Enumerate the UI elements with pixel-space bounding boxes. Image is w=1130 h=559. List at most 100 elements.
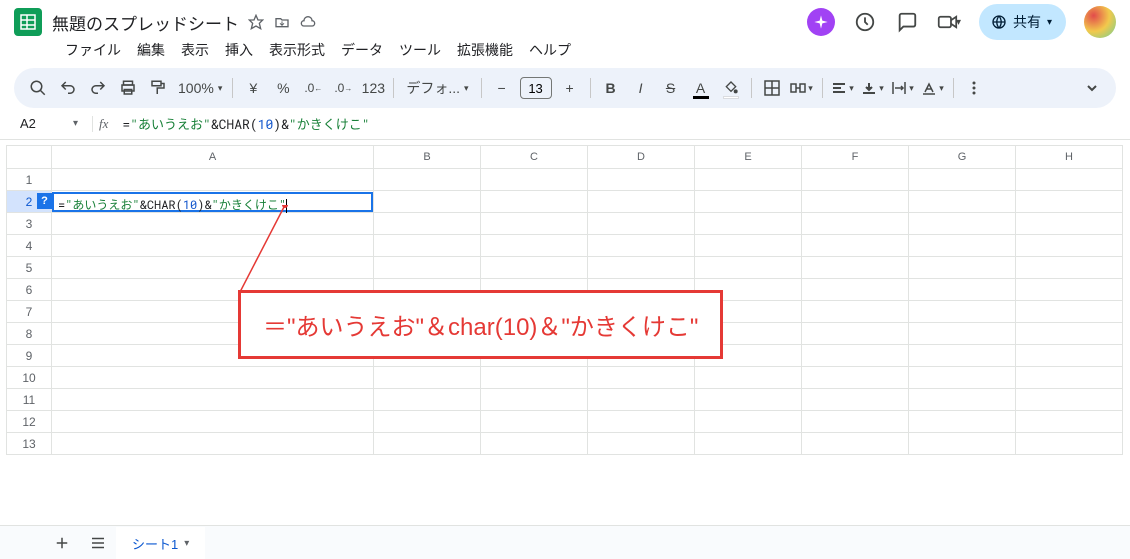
cell[interactable] [52,213,374,235]
cell[interactable] [374,169,481,191]
menu-data[interactable]: データ [334,38,390,62]
cell[interactable] [802,433,909,455]
cell[interactable] [588,433,695,455]
increase-font-icon[interactable]: + [556,74,584,102]
cell[interactable] [802,191,909,213]
cell[interactable] [695,169,802,191]
row-header[interactable]: 9 [7,345,52,367]
cell[interactable] [909,191,1016,213]
cell[interactable] [52,433,374,455]
decrease-decimal-icon[interactable]: .0← [299,74,327,102]
cell[interactable] [695,191,802,213]
vertical-align-icon[interactable]: ▾ [859,74,887,102]
menu-file[interactable]: ファイル [58,38,128,62]
add-sheet-icon[interactable] [44,527,80,559]
collapse-toolbar-icon[interactable] [1078,74,1106,102]
cell[interactable] [1016,323,1123,345]
cell[interactable] [481,169,588,191]
sheet-tab-1[interactable]: シート1 ▾ [116,527,205,559]
cell[interactable] [481,389,588,411]
cell[interactable] [909,257,1016,279]
cell[interactable] [695,257,802,279]
menu-edit[interactable]: 編集 [130,38,172,62]
meet-icon[interactable]: ▾ [937,10,961,34]
row-header[interactable]: 1 [7,169,52,191]
cell[interactable] [1016,191,1123,213]
cell-editor[interactable]: ="あいうえお"&CHAR(10)&"かきくけこ" [54,194,371,215]
font-family-dropdown[interactable]: デフォ... ▾ [400,74,474,102]
column-header-B[interactable]: B [374,146,481,169]
search-icon[interactable] [24,74,52,102]
cell[interactable] [909,389,1016,411]
cell[interactable] [802,301,909,323]
cell[interactable] [695,235,802,257]
cell[interactable] [588,389,695,411]
cell[interactable] [481,213,588,235]
cell[interactable] [802,367,909,389]
print-icon[interactable] [114,74,142,102]
percent-icon[interactable]: % [269,74,297,102]
cell[interactable] [481,367,588,389]
cell[interactable] [588,367,695,389]
paint-format-icon[interactable] [144,74,172,102]
cell[interactable] [802,213,909,235]
row-header[interactable]: 3 [7,213,52,235]
sheet-tab-menu-icon[interactable]: ▾ [184,538,189,549]
toolbar-more-icon[interactable] [960,74,988,102]
decrease-font-icon[interactable]: − [488,74,516,102]
cell[interactable] [802,323,909,345]
cell[interactable] [909,345,1016,367]
cell[interactable] [374,411,481,433]
cell[interactable] [374,257,481,279]
zoom-dropdown[interactable]: 100% ▾ [174,74,226,102]
cell[interactable] [1016,411,1123,433]
cell[interactable] [588,191,695,213]
row-header[interactable]: 10 [7,367,52,389]
undo-icon[interactable] [54,74,82,102]
cell[interactable] [909,411,1016,433]
cell[interactable] [481,235,588,257]
cell[interactable] [588,169,695,191]
menu-format[interactable]: 表示形式 [262,38,332,62]
currency-icon[interactable]: ¥ [239,74,267,102]
row-header[interactable]: 5 [7,257,52,279]
gemini-icon[interactable] [807,8,835,36]
borders-icon[interactable] [758,74,786,102]
cell[interactable] [481,257,588,279]
cell[interactable] [481,191,588,213]
select-all-corner[interactable] [7,146,52,169]
cell[interactable] [909,213,1016,235]
row-header[interactable]: 4 [7,235,52,257]
cell[interactable] [588,411,695,433]
name-box[interactable]: A2▾ [14,114,84,133]
active-cell-A2[interactable]: ? ="あいうえお"&CHAR(10)&"かきくけこ" [52,192,373,212]
cell[interactable] [1016,367,1123,389]
cell[interactable] [695,411,802,433]
horizontal-align-icon[interactable]: ▾ [829,74,857,102]
cell[interactable] [588,213,695,235]
row-header[interactable]: 6 [7,279,52,301]
star-icon[interactable] [247,13,265,31]
cell[interactable] [1016,301,1123,323]
column-header-D[interactable]: D [588,146,695,169]
document-title[interactable]: 無題のスプレッドシート [52,10,239,35]
row-header[interactable]: 8 [7,323,52,345]
cell[interactable] [52,169,374,191]
row-header[interactable]: 7 [7,301,52,323]
cell[interactable] [374,433,481,455]
cell[interactable] [374,367,481,389]
row-header[interactable]: 13 [7,433,52,455]
cloud-status-icon[interactable] [299,13,317,31]
column-header-E[interactable]: E [695,146,802,169]
cell[interactable] [52,411,374,433]
merge-cells-icon[interactable]: ▾ [788,74,816,102]
cell[interactable] [481,411,588,433]
cell[interactable] [802,169,909,191]
cell[interactable] [909,235,1016,257]
number-format-icon[interactable]: 123 [359,74,387,102]
cell[interactable] [52,235,374,257]
column-header-A[interactable]: A [52,146,374,169]
formula-input[interactable]: ="あいうえお"&CHAR(10)&"かきくけこ" [122,114,1116,133]
history-icon[interactable] [853,10,877,34]
font-size-input[interactable]: 13 [520,77,552,99]
